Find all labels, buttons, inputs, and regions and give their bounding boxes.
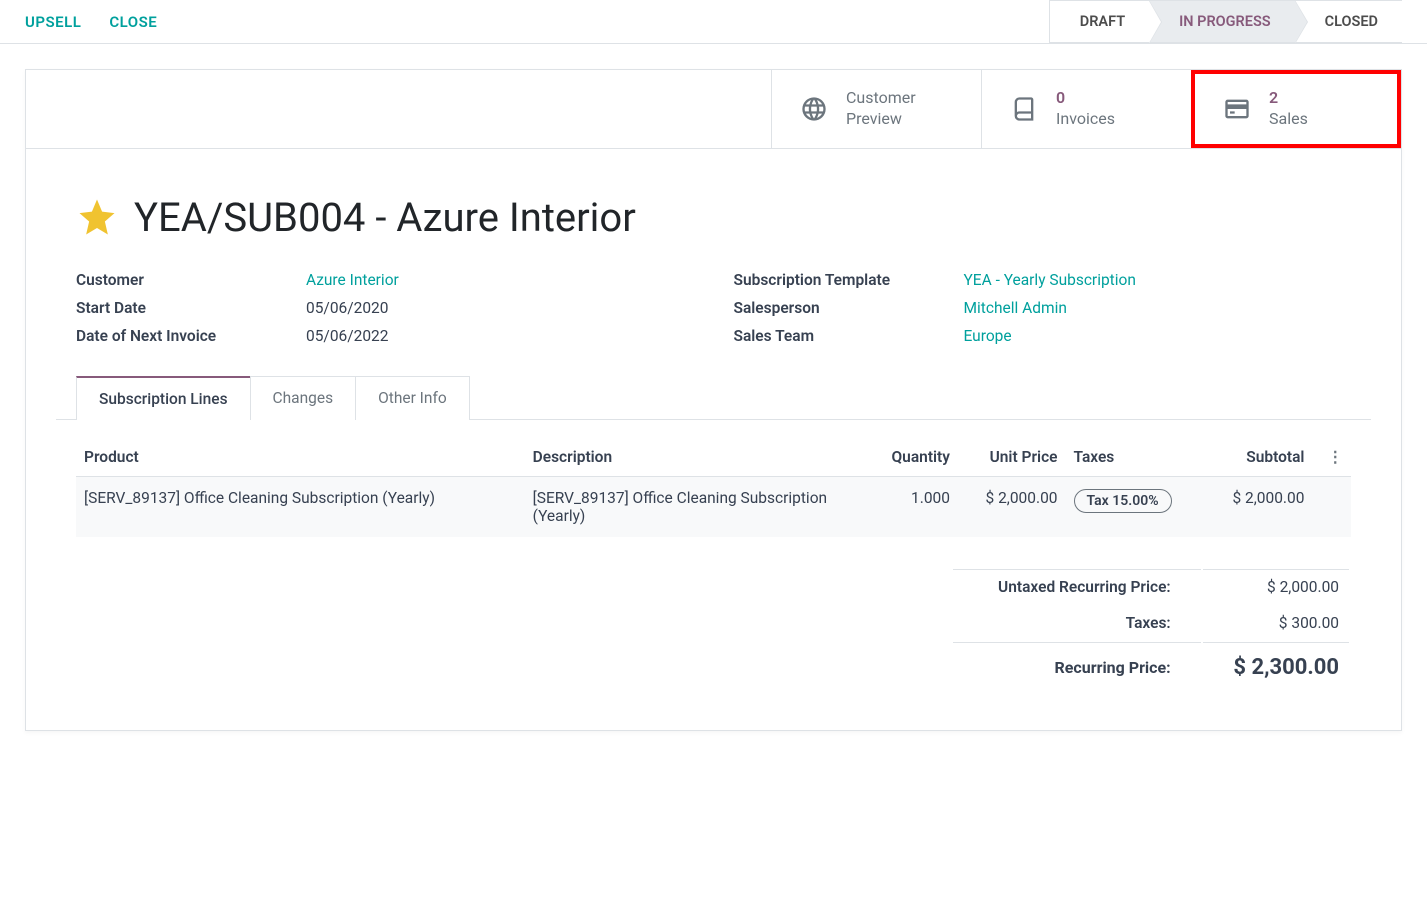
globe-icon <box>800 95 828 123</box>
start-date-label: Start Date <box>76 299 286 317</box>
totals: Untaxed Recurring Price: $ 2,000.00 Taxe… <box>76 567 1351 690</box>
th-quantity[interactable]: Quantity <box>867 438 958 477</box>
cell-product: [SERV_89137] Office Cleaning Subscriptio… <box>76 476 525 537</box>
subscription-lines-table: Product Description Quantity Unit Price … <box>76 438 1351 537</box>
customer-label: Customer <box>76 271 286 289</box>
salesperson-value[interactable]: Mitchell Admin <box>964 299 1067 317</box>
cell-unit-price: $ 2,000.00 <box>958 476 1066 537</box>
start-date-value: 05/06/2020 <box>306 299 388 317</box>
next-invoice-label: Date of Next Invoice <box>76 327 286 345</box>
customer-value[interactable]: Azure Interior <box>306 271 399 289</box>
status-draft[interactable]: DRAFT <box>1049 0 1149 43</box>
sales-label: Sales <box>1269 109 1308 130</box>
close-button[interactable]: CLOSE <box>109 13 157 31</box>
th-description[interactable]: Description <box>525 438 867 477</box>
cell-description: [SERV_89137] Office Cleaning Subscriptio… <box>525 476 867 537</box>
tax-badge: Tax 15.00% <box>1074 489 1172 513</box>
invoices-count: 0 <box>1056 88 1115 109</box>
cell-quantity: 1.000 <box>867 476 958 537</box>
th-product[interactable]: Product <box>76 438 525 477</box>
title-row: YEA/SUB004 - Azure Interior <box>26 149 1401 271</box>
top-bar: UPSELL CLOSE DRAFT IN PROGRESS CLOSED <box>0 0 1427 44</box>
recurring-value: $ 2,300.00 <box>1203 642 1349 688</box>
cell-taxes: Tax 15.00% <box>1066 476 1205 537</box>
book-icon <box>1010 95 1038 123</box>
customer-preview-line2: Preview <box>846 109 916 130</box>
status-bar: DRAFT IN PROGRESS CLOSED <box>1049 0 1402 43</box>
untaxed-value: $ 2,000.00 <box>1203 569 1349 604</box>
tabs: Subscription Lines Changes Other Info <box>26 375 1401 419</box>
stat-row: Customer Preview 0 Invoices 2 Sales <box>26 70 1401 149</box>
sales-button[interactable]: 2 Sales <box>1191 70 1401 148</box>
table-row[interactable]: [SERV_89137] Office Cleaning Subscriptio… <box>76 476 1351 537</box>
status-closed[interactable]: CLOSED <box>1295 0 1402 43</box>
next-invoice-value: 05/06/2022 <box>306 327 388 345</box>
th-taxes[interactable]: Taxes <box>1066 438 1205 477</box>
sales-team-value[interactable]: Europe <box>964 327 1012 345</box>
taxes-total-value: $ 300.00 <box>1203 606 1349 640</box>
card-icon <box>1223 95 1251 123</box>
sales-count: 2 <box>1269 88 1308 109</box>
tab-other-info[interactable]: Other Info <box>355 376 470 420</box>
customer-preview-button[interactable]: Customer Preview <box>771 70 981 148</box>
th-subtotal[interactable]: Subtotal <box>1205 438 1313 477</box>
invoices-label: Invoices <box>1056 109 1115 130</box>
page-title: YEA/SUB004 - Azure Interior <box>134 194 636 241</box>
tab-subscription-lines[interactable]: Subscription Lines <box>76 376 251 420</box>
cell-subtotal: $ 2,000.00 <box>1205 476 1313 537</box>
template-value[interactable]: YEA - Yearly Subscription <box>964 271 1136 289</box>
untaxed-label: Untaxed Recurring Price: <box>953 569 1201 604</box>
star-icon[interactable] <box>76 196 118 238</box>
template-label: Subscription Template <box>734 271 944 289</box>
top-actions: UPSELL CLOSE <box>25 13 157 31</box>
fields-grid: Customer Azure Interior Subscription Tem… <box>26 271 1401 375</box>
recurring-label: Recurring Price: <box>953 642 1201 688</box>
table-menu-icon[interactable]: ⋮ <box>1328 448 1344 466</box>
customer-preview-line1: Customer <box>846 88 916 109</box>
status-in-progress[interactable]: IN PROGRESS <box>1149 0 1295 43</box>
tab-content: Product Description Quantity Unit Price … <box>56 419 1371 690</box>
subscription-card: Customer Preview 0 Invoices 2 Sales YEA/… <box>25 69 1402 731</box>
sales-team-label: Sales Team <box>734 327 944 345</box>
th-unit-price[interactable]: Unit Price <box>958 438 1066 477</box>
salesperson-label: Salesperson <box>734 299 944 317</box>
tab-changes[interactable]: Changes <box>250 376 357 420</box>
taxes-total-label: Taxes: <box>953 606 1201 640</box>
invoices-button[interactable]: 0 Invoices <box>981 70 1191 148</box>
upsell-button[interactable]: UPSELL <box>25 13 81 31</box>
